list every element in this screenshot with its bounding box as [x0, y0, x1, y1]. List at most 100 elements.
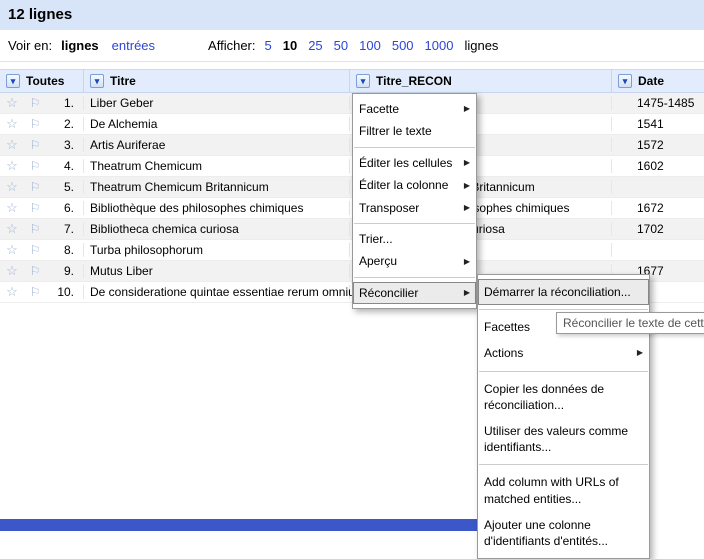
- submenu-arrow-icon: ▶: [464, 288, 470, 298]
- page-size-5[interactable]: 5: [265, 38, 272, 53]
- flag-icon[interactable]: ⚐: [24, 117, 46, 131]
- submenu-arrow-icon: ▶: [464, 181, 470, 191]
- column-header-date: ▾ Date: [612, 70, 704, 92]
- flag-icon[interactable]: ⚐: [24, 180, 46, 194]
- cell-date[interactable]: 1702: [612, 222, 704, 236]
- menu-item[interactable]: Éditer les cellules▶: [353, 152, 476, 174]
- star-icon[interactable]: ☆: [0, 158, 24, 174]
- chevron-down-icon: ▾: [623, 77, 628, 86]
- menu-item-label: Réconcilier: [359, 286, 461, 300]
- star-icon[interactable]: ☆: [0, 200, 24, 216]
- cell-date[interactable]: 1602: [612, 159, 704, 173]
- page-size-100[interactable]: 100: [359, 38, 381, 53]
- page-size-500[interactable]: 500: [392, 38, 414, 53]
- star-icon[interactable]: ☆: [0, 221, 24, 237]
- cell-titre[interactable]: Theatrum Chemicum: [84, 159, 350, 173]
- flag-icon[interactable]: ⚐: [24, 264, 46, 278]
- menu-item-label: Trier...: [359, 232, 470, 246]
- menu-item[interactable]: Actions▶: [478, 340, 649, 366]
- column-dropdown-date-icon[interactable]: ▾: [618, 74, 632, 88]
- column-header-titre: ▾ Titre: [84, 70, 350, 92]
- row-number: 3.: [46, 138, 84, 152]
- cell-titre[interactable]: Bibliothèque des philosophes chimiques: [84, 201, 350, 215]
- view-as-label: Voir en:: [8, 38, 52, 53]
- menu-item[interactable]: Éditer la colonne▶: [353, 174, 476, 196]
- column-dropdown-titre-recon-icon[interactable]: ▾: [356, 74, 370, 88]
- cell-date[interactable]: 1572: [612, 138, 704, 152]
- column-context-menu: Facette▶Filtrer le texteÉditer les cellu…: [352, 93, 477, 309]
- star-icon[interactable]: ☆: [0, 263, 24, 279]
- cell-date[interactable]: 1672: [612, 201, 704, 215]
- chevron-down-icon: ▾: [11, 77, 16, 86]
- row-number: 5.: [46, 180, 84, 194]
- menu-item[interactable]: Utiliser des valeurs comme identifiants.…: [478, 418, 649, 460]
- column-dropdown-titre-icon[interactable]: ▾: [90, 74, 104, 88]
- menu-divider: [479, 464, 648, 465]
- cell-titre[interactable]: De consideratione quintae essentiae reru…: [84, 285, 350, 299]
- page-size-25[interactable]: 25: [308, 38, 322, 53]
- flag-icon[interactable]: ⚐: [24, 138, 46, 152]
- menu-item[interactable]: Aperçu▶: [353, 250, 476, 272]
- flag-icon[interactable]: ⚐: [24, 201, 46, 215]
- cell-date[interactable]: 1541: [612, 117, 704, 131]
- flag-icon[interactable]: ⚐: [24, 96, 46, 110]
- star-icon[interactable]: ☆: [0, 116, 24, 132]
- cell-date[interactable]: 1475-1485: [612, 96, 704, 110]
- cell-titre[interactable]: Liber Geber: [84, 96, 350, 110]
- menu-item-label: Démarrer la réconciliation...: [484, 284, 643, 300]
- menu-item-label: Utiliser des valeurs comme identifiants.…: [484, 423, 643, 455]
- star-icon[interactable]: ☆: [0, 242, 24, 258]
- flag-icon[interactable]: ⚐: [24, 243, 46, 257]
- star-icon[interactable]: ☆: [0, 284, 24, 300]
- row-number: 2.: [46, 117, 84, 131]
- menu-item[interactable]: Filtrer le texte: [353, 120, 476, 142]
- menu-item-label: Add column with URLs of matched entities…: [484, 474, 643, 506]
- menu-item[interactable]: Facette▶: [353, 98, 476, 120]
- page-size-10[interactable]: 10: [283, 38, 297, 53]
- row-number: 7.: [46, 222, 84, 236]
- submenu-arrow-icon: ▶: [637, 348, 643, 359]
- menu-item-label: Aperçu: [359, 254, 461, 268]
- flag-icon[interactable]: ⚐: [24, 159, 46, 173]
- cell-titre[interactable]: Bibliotheca chemica curiosa: [84, 222, 350, 236]
- table-header: ▾ Toutes ▾ Titre ▾ Titre_RECON ▾ Date: [0, 69, 704, 93]
- row-number: 6.: [46, 201, 84, 215]
- menu-item-label: Transposer: [359, 201, 461, 215]
- column-dropdown-toutes-icon[interactable]: ▾: [6, 74, 20, 88]
- row-number: 4.: [46, 159, 84, 173]
- menu-item[interactable]: Transposer▶: [353, 197, 476, 219]
- star-icon[interactable]: ☆: [0, 179, 24, 195]
- view-mode-records[interactable]: entrées: [112, 38, 155, 53]
- page-size-50[interactable]: 50: [334, 38, 348, 53]
- menu-item-label: Facette: [359, 102, 461, 116]
- flag-icon[interactable]: ⚐: [24, 285, 46, 299]
- cell-titre[interactable]: De Alchemia: [84, 117, 350, 131]
- submenu-arrow-icon: ▶: [464, 257, 470, 267]
- menu-item[interactable]: Ajouter une colonne d'identifiants d'ent…: [478, 512, 649, 554]
- cell-titre[interactable]: Artis Auriferae: [84, 138, 350, 152]
- cell-titre[interactable]: Turba philosophorum: [84, 243, 350, 257]
- menu-item-label: Filtrer le texte: [359, 124, 470, 138]
- star-icon[interactable]: ☆: [0, 137, 24, 153]
- menu-divider: [354, 147, 475, 148]
- menu-item[interactable]: Add column with URLs of matched entities…: [478, 469, 649, 511]
- menu-item[interactable]: Copier les données de réconciliation...: [478, 376, 649, 418]
- column-label-titre: Titre: [110, 74, 136, 88]
- menu-divider: [354, 277, 475, 278]
- flag-icon[interactable]: ⚐: [24, 222, 46, 236]
- page-title: 12 lignes: [0, 0, 704, 30]
- star-icon[interactable]: ☆: [0, 95, 24, 111]
- menu-item[interactable]: Trier...: [353, 228, 476, 250]
- view-mode-rows[interactable]: lignes: [61, 38, 99, 53]
- cell-titre[interactable]: Theatrum Chemicum Britannicum: [84, 180, 350, 194]
- chevron-down-icon: ▾: [95, 77, 100, 86]
- menu-item[interactable]: Démarrer la réconciliation...: [478, 279, 649, 305]
- submenu-arrow-icon: ▶: [464, 158, 470, 168]
- menu-item[interactable]: Réconcilier▶: [353, 282, 476, 304]
- menu-item-label: Éditer les cellules: [359, 156, 461, 170]
- cell-titre[interactable]: Mutus Liber: [84, 264, 350, 278]
- page-size-1000[interactable]: 1000: [425, 38, 454, 53]
- column-header-toutes: ▾ Toutes: [0, 70, 84, 92]
- chevron-down-icon: ▾: [361, 77, 366, 86]
- bottom-bar: [0, 519, 477, 531]
